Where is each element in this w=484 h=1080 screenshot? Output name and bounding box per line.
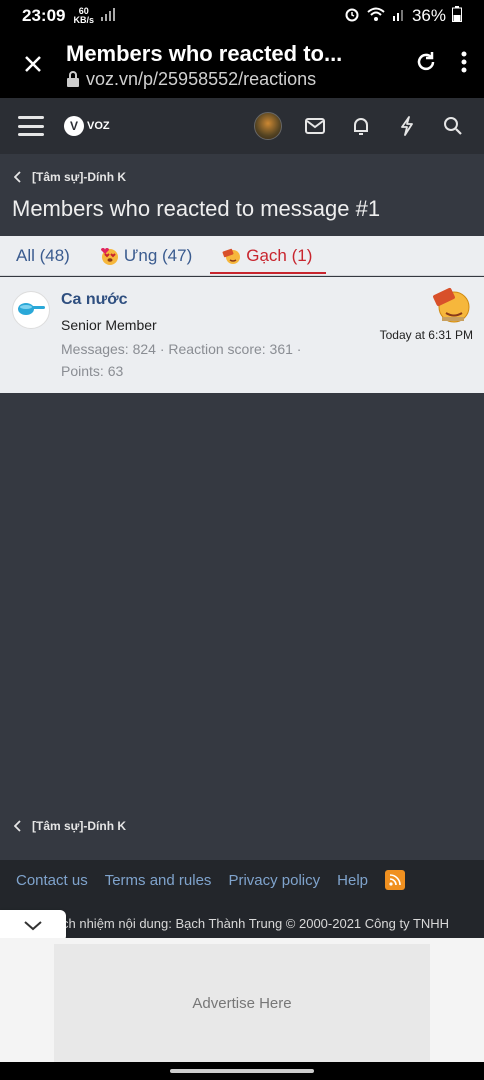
alerts-button[interactable] bbox=[348, 113, 374, 139]
lock-icon bbox=[67, 71, 79, 87]
network-speed: 60 KB/s bbox=[73, 7, 94, 25]
system-nav-bar bbox=[0, 1062, 484, 1080]
breadcrumb-bottom[interactable]: [Tâm sự]-Dính K bbox=[14, 819, 126, 833]
envelope-icon bbox=[305, 118, 325, 134]
chevron-down-icon bbox=[24, 921, 42, 931]
site-header: V VOZ bbox=[0, 98, 484, 154]
status-time: 23:09 bbox=[22, 6, 66, 25]
site-logo[interactable]: V VOZ bbox=[64, 116, 110, 136]
close-tab-button[interactable] bbox=[0, 48, 66, 82]
tab-gach-label: Gạch (1) bbox=[246, 245, 313, 265]
footer-link-help[interactable]: Help bbox=[337, 872, 368, 889]
whats-new-button[interactable] bbox=[394, 113, 420, 139]
reload-button[interactable] bbox=[414, 50, 438, 81]
alarm-icon bbox=[344, 6, 360, 27]
browser-url[interactable]: voz.vn/p/25958552/reactions bbox=[66, 69, 402, 90]
footer-link-terms[interactable]: Terms and rules bbox=[105, 872, 212, 889]
signal-icon bbox=[100, 6, 116, 26]
home-gesture-handle[interactable] bbox=[170, 1069, 314, 1073]
water-ladle-icon bbox=[18, 303, 45, 315]
inbox-button[interactable] bbox=[302, 113, 328, 139]
rss-icon[interactable] bbox=[385, 870, 405, 890]
tab-all[interactable]: All (48) bbox=[12, 236, 74, 276]
status-bar: 23:09 60 KB/s 36% bbox=[0, 0, 484, 32]
lightning-icon bbox=[401, 116, 413, 136]
browser-page-title: Members who reacted to... bbox=[66, 40, 343, 66]
member-name[interactable]: Ca nước bbox=[61, 291, 128, 309]
reaction-tabs: All (48) Ưng (47) Gạch (1) bbox=[0, 236, 484, 276]
logo-mark-icon: V bbox=[64, 116, 84, 136]
browser-url-text: voz.vn/p/25958552/reactions bbox=[86, 68, 317, 89]
kebab-icon bbox=[461, 51, 467, 72]
breadcrumb[interactable]: [Tâm sự]-Dính K bbox=[14, 170, 126, 184]
network-speed-unit: KB/s bbox=[73, 15, 94, 25]
page-title: Members who reacted to message #1 bbox=[12, 196, 381, 221]
list-item: Ca nước Senior Member Messages: 824 · Re… bbox=[0, 277, 484, 393]
search-icon bbox=[444, 117, 462, 135]
close-icon bbox=[25, 56, 41, 72]
ad-banner: Advertise Here bbox=[0, 938, 484, 1062]
ad-text: Advertise Here bbox=[192, 994, 292, 1012]
tab-gach[interactable]: Gạch (1) bbox=[210, 236, 327, 276]
heart-face-emoji-icon bbox=[100, 247, 118, 265]
tab-ung[interactable]: Ưng (47) bbox=[96, 236, 196, 276]
cell-signal-icon bbox=[392, 6, 406, 26]
ad-placeholder[interactable]: Advertise Here bbox=[54, 944, 430, 1062]
reload-icon bbox=[417, 51, 435, 70]
more-menu-button[interactable] bbox=[460, 50, 468, 81]
reaction-timestamp: Today at 6:31 PM bbox=[379, 328, 473, 342]
user-avatar[interactable] bbox=[254, 112, 282, 140]
breadcrumb-label: [Tâm sự]-Dính K bbox=[32, 170, 127, 184]
menu-icon bbox=[18, 116, 44, 119]
member-avatar[interactable] bbox=[12, 291, 50, 329]
tab-ung-label: Ưng (47) bbox=[123, 245, 193, 265]
battery-icon bbox=[452, 5, 462, 27]
search-button[interactable] bbox=[440, 113, 466, 139]
battery-percent: 36% bbox=[411, 6, 446, 25]
tab-all-label: All (48) bbox=[16, 245, 70, 265]
footer-legal-text: ch nhiệm nội dung: Bạch Thành Trung © 20… bbox=[62, 916, 450, 931]
chevron-left-icon bbox=[14, 171, 21, 183]
footer-link-privacy[interactable]: Privacy policy bbox=[228, 872, 320, 889]
browser-toolbar: Members who reacted to... voz.vn/p/25958… bbox=[0, 32, 484, 98]
footer-link-contact[interactable]: Contact us bbox=[16, 872, 88, 889]
logo-text: VOZ bbox=[87, 120, 110, 132]
bell-icon bbox=[354, 118, 368, 135]
brick-emoji-icon bbox=[222, 248, 241, 264]
breadcrumb-label: [Tâm sự]-Dính K bbox=[32, 819, 127, 833]
brick-reaction-icon bbox=[433, 287, 470, 323]
member-stats: Messages: 824 · Reaction score: 361 · Po… bbox=[61, 341, 302, 379]
member-role: Senior Member bbox=[61, 317, 157, 333]
chevron-left-icon bbox=[14, 820, 21, 832]
wifi-icon bbox=[366, 6, 386, 27]
menu-button[interactable] bbox=[18, 116, 44, 136]
